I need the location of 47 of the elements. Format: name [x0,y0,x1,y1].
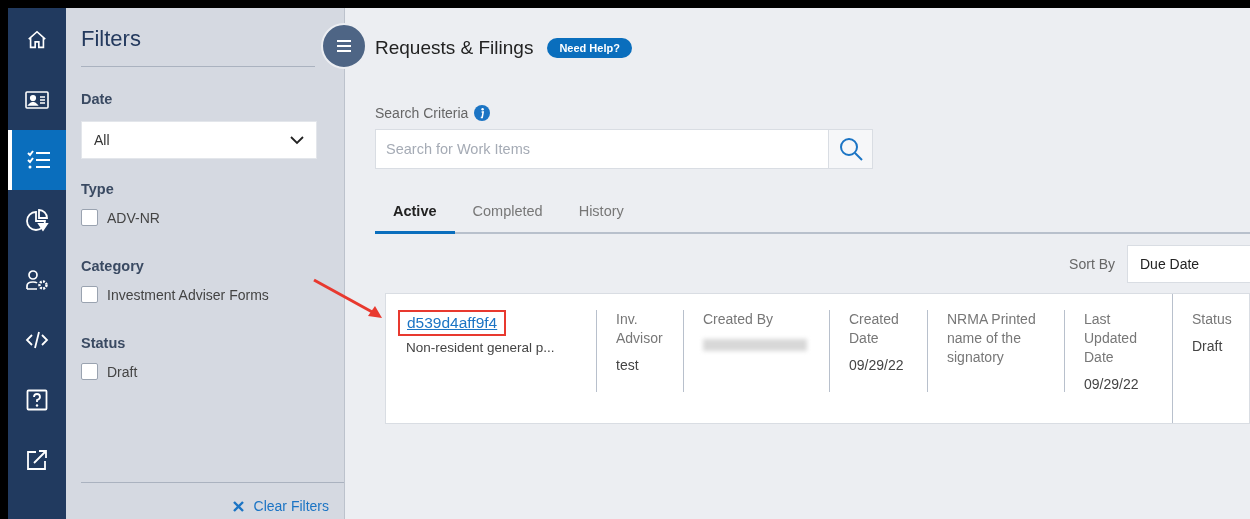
nav-item[interactable] [8,130,66,190]
column-label: Inv. Advisor [616,310,664,348]
user-gear-icon [25,269,49,291]
column-value: test [616,357,640,373]
date-dropdown[interactable]: All [81,121,317,159]
page-title: Requests & Filings [375,37,534,59]
info-icon [474,105,491,121]
chevron-down-icon [290,135,304,145]
search-label: Search Criteria [375,105,469,121]
help-icon [26,389,48,411]
sort-dropdown[interactable]: Due Date [1127,245,1250,283]
clear-filters-link[interactable]: Clear Filters [232,498,329,514]
column-value: 09/29/22 [849,357,905,373]
close-icon [232,500,244,512]
tab[interactable]: History [560,195,642,234]
checkbox[interactable] [81,286,98,303]
pie-chart-icon [25,208,49,232]
work-item-description: Non-resident general p... [406,340,556,355]
checkbox[interactable] [81,209,98,226]
checkbox-label: Investment Adviser Forms [107,286,269,303]
filter-label: Date [81,91,114,107]
menu-icon [337,40,351,52]
checkbox[interactable] [81,363,98,380]
column-value: 09/29/22 [1084,376,1140,392]
tab[interactable]: Active [375,195,455,234]
tab[interactable]: Completed [454,195,561,234]
column-label: NRMA Printed name of the signatory [947,310,1037,367]
sort-label: Sort By [1069,256,1115,272]
filter-label: Category [81,258,145,274]
column-label: Created By [703,310,775,329]
checkbox-label: Draft [107,363,138,380]
filters-title: Filters [81,8,315,67]
checklist-icon [26,149,52,171]
code-icon [25,329,49,351]
work-item-link[interactable]: d539d4aff9f4 [398,310,507,336]
need-help-button[interactable]: Need Help? [547,38,632,58]
column-label: Created Date [849,310,900,348]
checkbox-label: ADV-NR [107,209,160,226]
filter-label: Status [81,335,127,351]
column-label: Last Updated Date [1084,310,1138,367]
annotation-arrow [312,278,384,320]
filter-label: Type [81,181,115,197]
external-link-icon [25,448,49,472]
id-card-icon [25,90,49,110]
column-value: Draft [1192,338,1224,354]
home-icon [26,29,48,51]
column-label: Status [1192,310,1233,329]
